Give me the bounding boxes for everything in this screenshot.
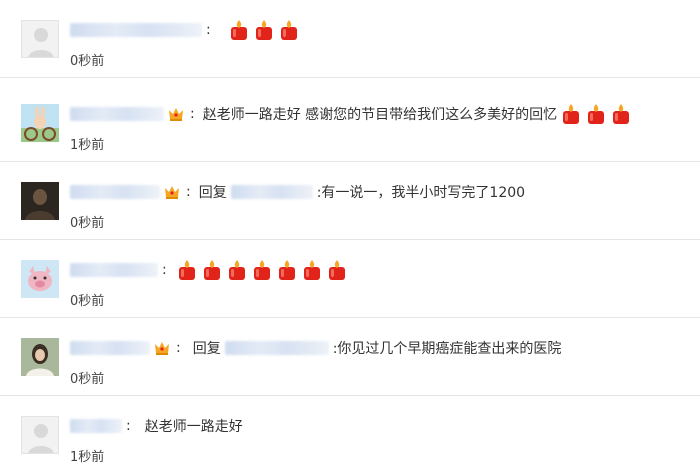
comment-item: : 赵老师一路走好 1秒前	[0, 396, 700, 474]
default-avatar-icon	[22, 417, 58, 453]
divider	[0, 77, 700, 78]
comment-text: :你见过几个早期癌症能查出来的医院	[332, 341, 562, 357]
blurred-reply-target[interactable]	[230, 185, 313, 199]
colon: :	[162, 262, 167, 278]
reply-label: 回复	[192, 341, 221, 357]
avatar[interactable]	[21, 338, 59, 376]
pig-avatar-icon	[21, 260, 59, 298]
comment-list: : 0秒前 : 赵老师一路走好 感谢您的节目带给我们这么多美好的回忆 1秒前:…	[0, 0, 700, 465]
colon: :	[186, 184, 191, 200]
avatar[interactable]	[21, 260, 59, 298]
colon: :	[190, 106, 195, 122]
avatar[interactable]	[21, 416, 59, 454]
crown-badge-icon	[169, 108, 183, 121]
blurred-username[interactable]	[70, 263, 158, 277]
timestamp: 0秒前	[70, 216, 105, 231]
comment-text: :有一说一，我半小时写完了1200	[316, 185, 526, 201]
comment-text: 赵老师一路走好 感谢您的节目带给我们这么多美好的回忆	[202, 107, 558, 123]
blurred-username[interactable]	[70, 107, 164, 121]
avatar[interactable]	[21, 104, 59, 142]
woman-photo-avatar-icon	[21, 338, 59, 376]
dark-photo-avatar-icon	[21, 182, 59, 220]
colon: :	[176, 340, 181, 356]
blurred-reply-target[interactable]	[224, 341, 329, 355]
comment-line: :	[70, 18, 299, 42]
candle-icon	[228, 260, 245, 280]
candle-icon	[230, 20, 247, 40]
timestamp: 0秒前	[70, 372, 105, 387]
comment-line: : 赵老师一路走好	[70, 414, 243, 438]
crown-badge-icon	[165, 186, 179, 199]
timestamp: 0秒前	[70, 294, 105, 309]
comment-line: : 赵老师一路走好 感谢您的节目带给我们这么多美好的回忆	[70, 102, 631, 126]
candle-icon	[588, 104, 605, 124]
candle-icon	[563, 104, 580, 124]
default-avatar-icon	[22, 21, 58, 57]
blurred-username[interactable]	[70, 419, 122, 433]
comment-item: : 0秒前	[0, 0, 700, 78]
comment-item: : 回复 :你见过几个早期癌症能查出来的医院 0秒前	[0, 318, 700, 396]
blurred-username[interactable]	[70, 23, 202, 37]
colon: :	[126, 418, 131, 434]
candle-emojis	[561, 104, 631, 124]
candle-icon	[255, 20, 272, 40]
comment-item: : 赵老师一路走好 感谢您的节目带给我们这么多美好的回忆 1秒前	[0, 84, 700, 162]
candle-emojis	[177, 260, 347, 280]
comment-line: : 回复 :你见过几个早期癌症能查出来的医院	[70, 336, 561, 360]
crown-badge-icon	[155, 342, 169, 355]
rabbit-bike-avatar-icon	[21, 104, 59, 142]
candle-icon	[303, 260, 320, 280]
timestamp: 1秒前	[70, 450, 105, 465]
avatar[interactable]	[21, 182, 59, 220]
timestamp: 1秒前	[70, 138, 105, 153]
comment-text: 赵老师一路走好	[144, 419, 243, 435]
comment-item: : 0秒前	[0, 240, 700, 318]
candle-icon	[613, 104, 630, 124]
candle-icon	[280, 20, 297, 40]
comment-item: : 回复 :有一说一，我半小时写完了1200 0秒前	[0, 162, 700, 240]
candle-icon	[278, 260, 295, 280]
comment-line: :	[70, 258, 347, 282]
blurred-username[interactable]	[70, 341, 150, 355]
timestamp: 0秒前	[70, 54, 105, 69]
candle-icon	[328, 260, 345, 280]
colon: :	[206, 22, 211, 38]
comment-line: : 回复 :有一说一，我半小时写完了1200	[70, 180, 525, 204]
candle-icon	[178, 260, 195, 280]
reply-label: 回复	[198, 185, 227, 201]
blurred-username[interactable]	[70, 185, 160, 199]
candle-emojis	[229, 20, 299, 40]
candle-icon	[203, 260, 220, 280]
avatar[interactable]	[21, 20, 59, 58]
candle-icon	[253, 260, 270, 280]
